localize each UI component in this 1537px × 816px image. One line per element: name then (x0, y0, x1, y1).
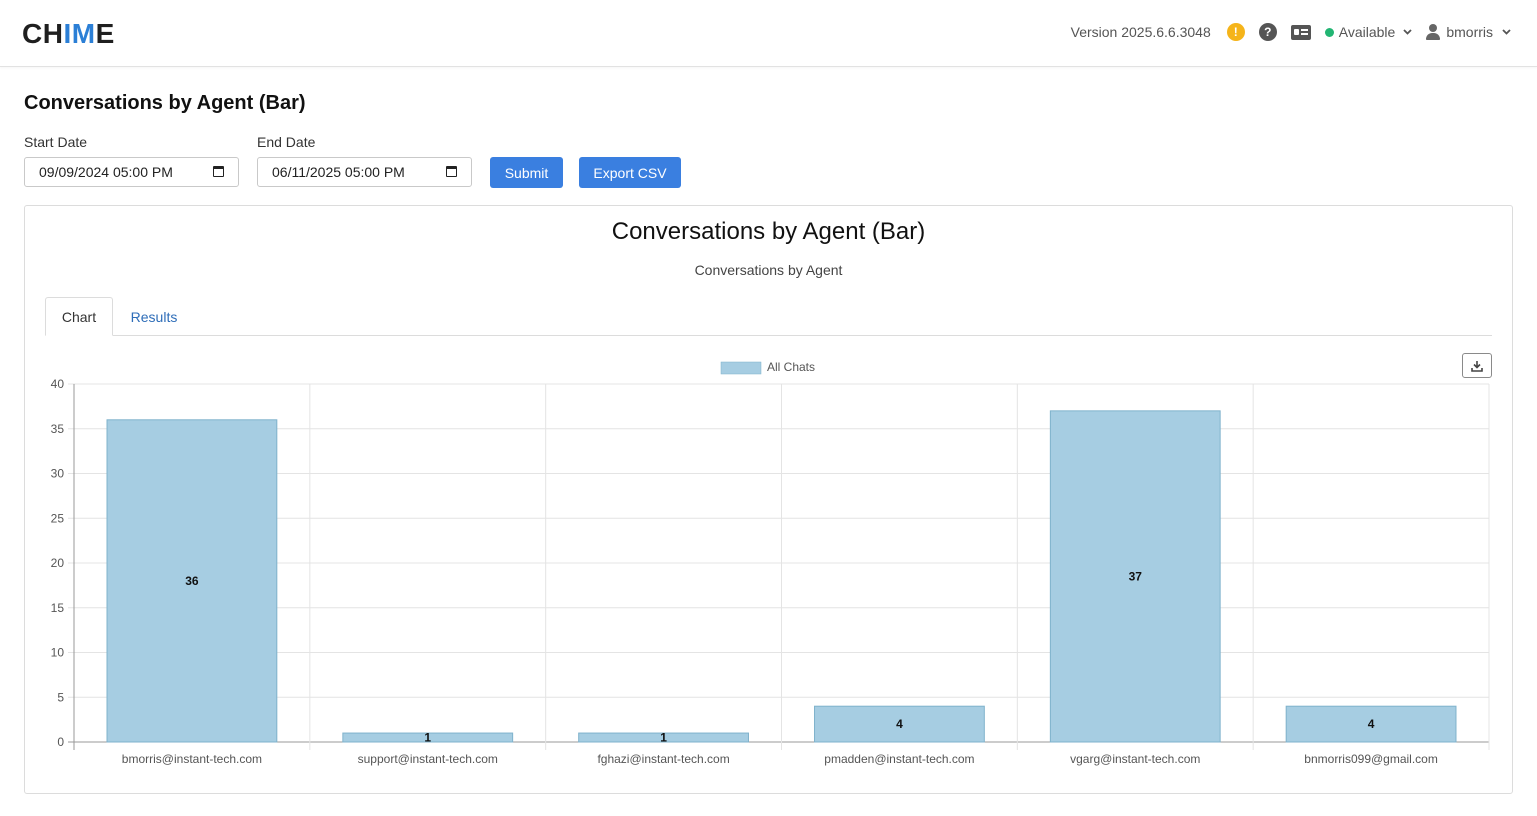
bar-data-label: 37 (1129, 569, 1143, 583)
x-tick-label: fghazi@instant-tech.com (597, 752, 729, 766)
bar-data-label: 1 (424, 731, 431, 745)
bar-data-label: 4 (896, 717, 903, 731)
y-tick-label: 10 (51, 646, 65, 660)
y-tick-label: 30 (51, 467, 65, 481)
x-tick-label: bnmorris099@gmail.com (1304, 752, 1438, 766)
y-tick-label: 15 (51, 601, 65, 615)
x-tick-label: bmorris@instant-tech.com (122, 752, 262, 766)
bar-data-label: 1 (660, 731, 667, 745)
y-tick-label: 0 (57, 735, 64, 749)
bar-chart: 0 5 10 15 20 25 30 35 40 All Chats 36 bmorris@insta… (51, 360, 1490, 766)
y-tick-label: 40 (51, 377, 65, 391)
tab-chart[interactable]: Chart (45, 297, 113, 336)
legend-swatch (720, 361, 762, 375)
x-tick-label: support@instant-tech.com (358, 752, 498, 766)
bar-data-label: 4 (1368, 717, 1375, 731)
legend-label: All Chats (767, 360, 815, 374)
x-tick-label: pmadden@instant-tech.com (824, 752, 974, 766)
bar-data-label: 36 (185, 574, 199, 588)
y-tick-label: 20 (51, 556, 65, 570)
x-tick-label: vgarg@instant-tech.com (1070, 752, 1200, 766)
y-tick-label: 35 (51, 422, 65, 436)
y-tick-label: 25 (51, 511, 65, 525)
y-tick-label: 5 (57, 690, 64, 704)
